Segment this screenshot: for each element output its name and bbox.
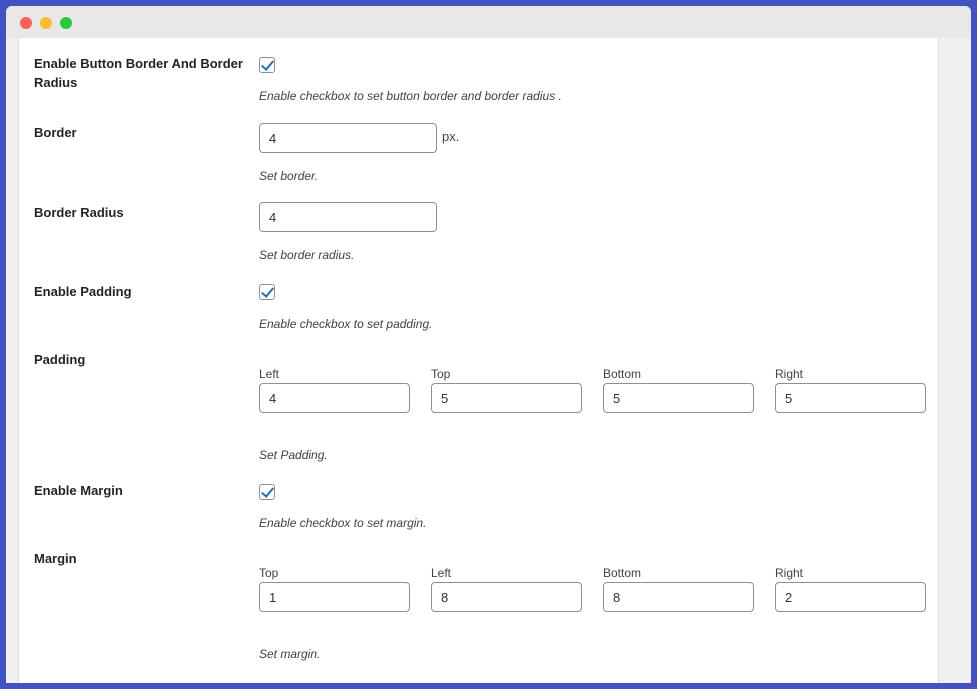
- margin-top-label: Top: [259, 566, 279, 580]
- enable-padding-description: Enable checkbox to set padding.: [259, 317, 433, 331]
- enable-margin-checkbox[interactable]: [259, 484, 275, 500]
- padding-label: Padding: [34, 352, 86, 367]
- margin-description: Set margin.: [259, 647, 321, 661]
- border-description: Set border.: [259, 169, 318, 183]
- padding-top-label: Top: [431, 367, 451, 381]
- enable-padding-label: Enable Padding: [34, 284, 132, 299]
- close-window-icon[interactable]: [20, 17, 32, 29]
- border-radius-input[interactable]: [259, 202, 437, 232]
- minimize-window-icon[interactable]: [40, 17, 52, 29]
- maximize-window-icon[interactable]: [60, 17, 72, 29]
- padding-bottom-input[interactable]: [603, 383, 754, 413]
- margin-right-label: Right: [775, 566, 804, 580]
- enable-border-description: Enable checkbox to set button border and…: [259, 89, 562, 103]
- padding-right-input[interactable]: [775, 383, 926, 413]
- border-radius-label: Border Radius: [34, 205, 124, 220]
- margin-top-input[interactable]: [259, 582, 410, 612]
- margin-left-input[interactable]: [431, 582, 582, 612]
- enable-border-label: Enable Button Border And Border Radius: [34, 56, 243, 90]
- border-radius-description: Set border radius.: [259, 248, 355, 262]
- padding-description: Set Padding.: [259, 448, 328, 462]
- border-label: Border: [34, 125, 77, 140]
- margin-right-input[interactable]: [775, 582, 926, 612]
- margin-label: Margin: [34, 551, 77, 566]
- settings-panel: Enable Button Border And Border Radius E…: [18, 38, 939, 683]
- title-bar: [6, 6, 971, 38]
- margin-bottom-input[interactable]: [603, 582, 754, 612]
- padding-right-label: Right: [775, 367, 804, 381]
- enable-padding-checkbox[interactable]: [259, 284, 275, 300]
- padding-left-label: Left: [259, 367, 280, 381]
- padding-bottom-label: Bottom: [603, 367, 642, 381]
- border-unit-label: px.: [442, 129, 460, 144]
- margin-left-label: Left: [431, 566, 452, 580]
- padding-left-input[interactable]: [259, 383, 410, 413]
- enable-border-checkbox[interactable]: [259, 57, 275, 73]
- border-input[interactable]: [259, 123, 437, 153]
- enable-margin-label: Enable Margin: [34, 483, 123, 498]
- margin-bottom-label: Bottom: [603, 566, 642, 580]
- padding-top-input[interactable]: [431, 383, 582, 413]
- browser-window: Enable Button Border And Border Radius E…: [6, 6, 971, 683]
- enable-margin-description: Enable checkbox to set margin.: [259, 516, 427, 530]
